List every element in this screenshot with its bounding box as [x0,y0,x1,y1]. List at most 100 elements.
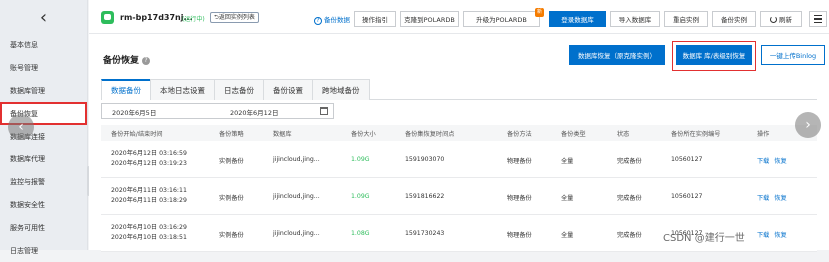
backup-start: 2020年6月10日 03:16:29 [111,224,187,231]
size-cell: 1.08G [351,230,370,237]
refresh-label: 刷新 [779,16,792,24]
back-to-list-label: 返回实例列表 [218,14,255,21]
size-cell: 1.09G [351,156,370,163]
status-cell: 完成备份 [617,158,642,165]
mysql-instance-icon [101,11,114,24]
policy-cell: 实例备份 [219,195,244,202]
instance-status: (运行中) [182,16,205,23]
method-cell: 物理备份 [507,158,532,165]
col-status: 状态 [617,131,630,138]
status-cell: 完成备份 [617,232,642,239]
table-row: 2020年6月12日 03:16:59 2020年6月12日 03:19:23 实… [101,142,817,178]
restore-point-cell: 1591816622 [405,193,445,200]
backup-start: 2020年6月12日 03:16:59 [111,150,187,157]
restore-db-table-button[interactable]: 数据库 库/表级别恢复 [676,45,752,65]
tab-local-log-settings[interactable]: 本地日志设置 [150,79,215,100]
restore-link[interactable]: 恢复 [774,195,786,202]
ops-cell: 下载 恢复 [757,156,792,165]
restore-link[interactable]: 恢复 [774,232,786,239]
tab-backup-settings[interactable]: 备份设置 [263,79,313,100]
size-cell: 1.09G [351,193,370,200]
watermark: CSDN @建行一世 [663,233,745,244]
help-circle-icon: ? [314,17,322,25]
guide-button[interactable]: 操作指引 [354,11,396,27]
backup-end: 2020年6月11日 03:18:29 [111,197,187,204]
col-policy: 备份策略 [219,131,244,138]
date-to: 2020年6月12日 [230,109,279,117]
sidebar-item-accounts[interactable]: 账号管理 [0,57,87,80]
upgrade-polardb-button[interactable]: 升级为POLARDB [463,11,540,27]
status-cell: 完成备份 [617,195,642,202]
backup-instance-button[interactable]: 备份实例 [712,11,756,27]
backup-time-cell: 2020年6月10日 03:16:29 2020年6月10日 03:18:51 [111,223,187,243]
calendar-icon [320,107,328,115]
upload-binlog-button[interactable]: 一键上传Binlog [761,45,825,65]
help-icon[interactable]: ? [142,57,151,65]
download-link[interactable]: 下载 [757,232,769,239]
tab-data-backup[interactable]: 数据备份 [101,79,151,100]
method-cell: 物理备份 [507,232,532,239]
refresh-button[interactable]: 刷新 [760,11,802,27]
backup-time-cell: 2020年6月11日 03:16:11 2020年6月11日 03:18:29 [111,186,187,206]
backup-end: 2020年6月10日 03:18:51 [111,234,187,241]
type-cell: 全量 [561,158,574,165]
date-from: 2020年6月5日 [112,109,157,117]
main-content: rm-bp17d37nj... (运行中) ⮌返回实例列表 ? 备份数据 操作指引… [89,0,829,252]
sidebar-item-availability[interactable]: 服务可用性 [0,216,87,239]
col-ops: 操作 [757,131,770,138]
tab-bar: 数据备份 本地日志设置 日志备份 备份设置 跨地域备份 [101,79,817,100]
sidebar-item-monitoring[interactable]: 监控与报警 [0,171,87,194]
backup-end: 2020年6月12日 03:19:23 [111,160,187,167]
restore-point-cell: 1591903070 [405,156,445,163]
sidebar-item-db-proxy[interactable]: 数据库代理 [0,148,87,171]
policy-cell: 实例备份 [219,158,244,165]
col-method: 备份方法 [507,131,532,138]
page-title: 备份恢复? [103,53,151,66]
col-size: 备份大小 [351,131,376,138]
database-cell: jijincloud,jing... [273,230,320,237]
database-cell: jijincloud,jing... [273,156,320,163]
database-cell: jijincloud,jing... [273,193,320,200]
instance-no-cell: 10560127 [671,193,703,200]
refresh-icon [770,15,777,23]
type-cell: 全量 [561,195,574,202]
sidebar-item-security[interactable]: 数据安全性 [0,194,87,217]
sidebar-item-basic-info[interactable]: 基本信息 [0,34,87,57]
backup-time-cell: 2020年6月12日 03:16:59 2020年6月12日 03:19:23 [111,149,187,169]
download-link[interactable]: 下载 [757,158,769,165]
login-db-button[interactable]: 登录数据库 [549,11,606,27]
policy-cell: 实例备份 [219,232,244,239]
restart-instance-button[interactable]: 重启实例 [664,11,708,27]
table-header: 备份开始/结束时间 备份策略 数据库 备份大小 备份集恢复时间点 备份方法 备份… [101,125,817,141]
clone-polardb-button[interactable]: 克隆到POLARDB [400,11,459,27]
table-row: 2020年6月11日 03:16:11 2020年6月11日 03:18:29 实… [101,179,817,215]
ops-cell: 下载 恢复 [757,193,792,202]
restore-clone-button[interactable]: 数据库恢复（原克隆实例） [569,45,665,65]
new-badge: 新 [535,8,544,17]
col-restore-point: 备份集恢复时间点 [405,131,455,138]
back-chevron-icon[interactable]: ‹ [0,0,87,34]
prev-arrow-icon[interactable]: ‹ [8,114,34,140]
date-range-picker[interactable]: 2020年6月5日 2020年6月12日 [101,103,334,119]
col-type: 备份类型 [561,131,586,138]
ops-cell: 下载 恢复 [757,230,792,239]
tab-log-backup[interactable]: 日志备份 [214,79,264,100]
import-db-button[interactable]: 导入数据库 [610,11,660,27]
col-database: 数据库 [273,131,292,138]
back-to-list-button[interactable]: ⮌返回实例列表 [210,12,259,23]
tab-cross-region-backup[interactable]: 跨地域备份 [312,79,370,100]
backup-start: 2020年6月11日 03:16:11 [111,187,187,194]
backup-data-link[interactable]: ? 备份数据 [314,14,350,25]
restore-point-cell: 1591730243 [405,230,445,237]
page-title-text: 备份恢复 [103,56,140,66]
sidebar-item-logs[interactable]: 日志管理 [0,239,87,262]
method-cell: 物理备份 [507,195,532,202]
col-instance-no: 备份所在实例编号 [671,131,721,138]
instance-header: rm-bp17d37nj... (运行中) ⮌返回实例列表 ? 备份数据 操作指引… [89,0,829,34]
menu-icon[interactable] [809,11,827,27]
next-arrow-icon[interactable]: › [795,112,821,138]
sidebar-item-databases[interactable]: 数据库管理 [0,80,87,103]
instance-no-cell: 10560127 [671,156,703,163]
restore-link[interactable]: 恢复 [774,158,786,165]
download-link[interactable]: 下载 [757,195,769,202]
